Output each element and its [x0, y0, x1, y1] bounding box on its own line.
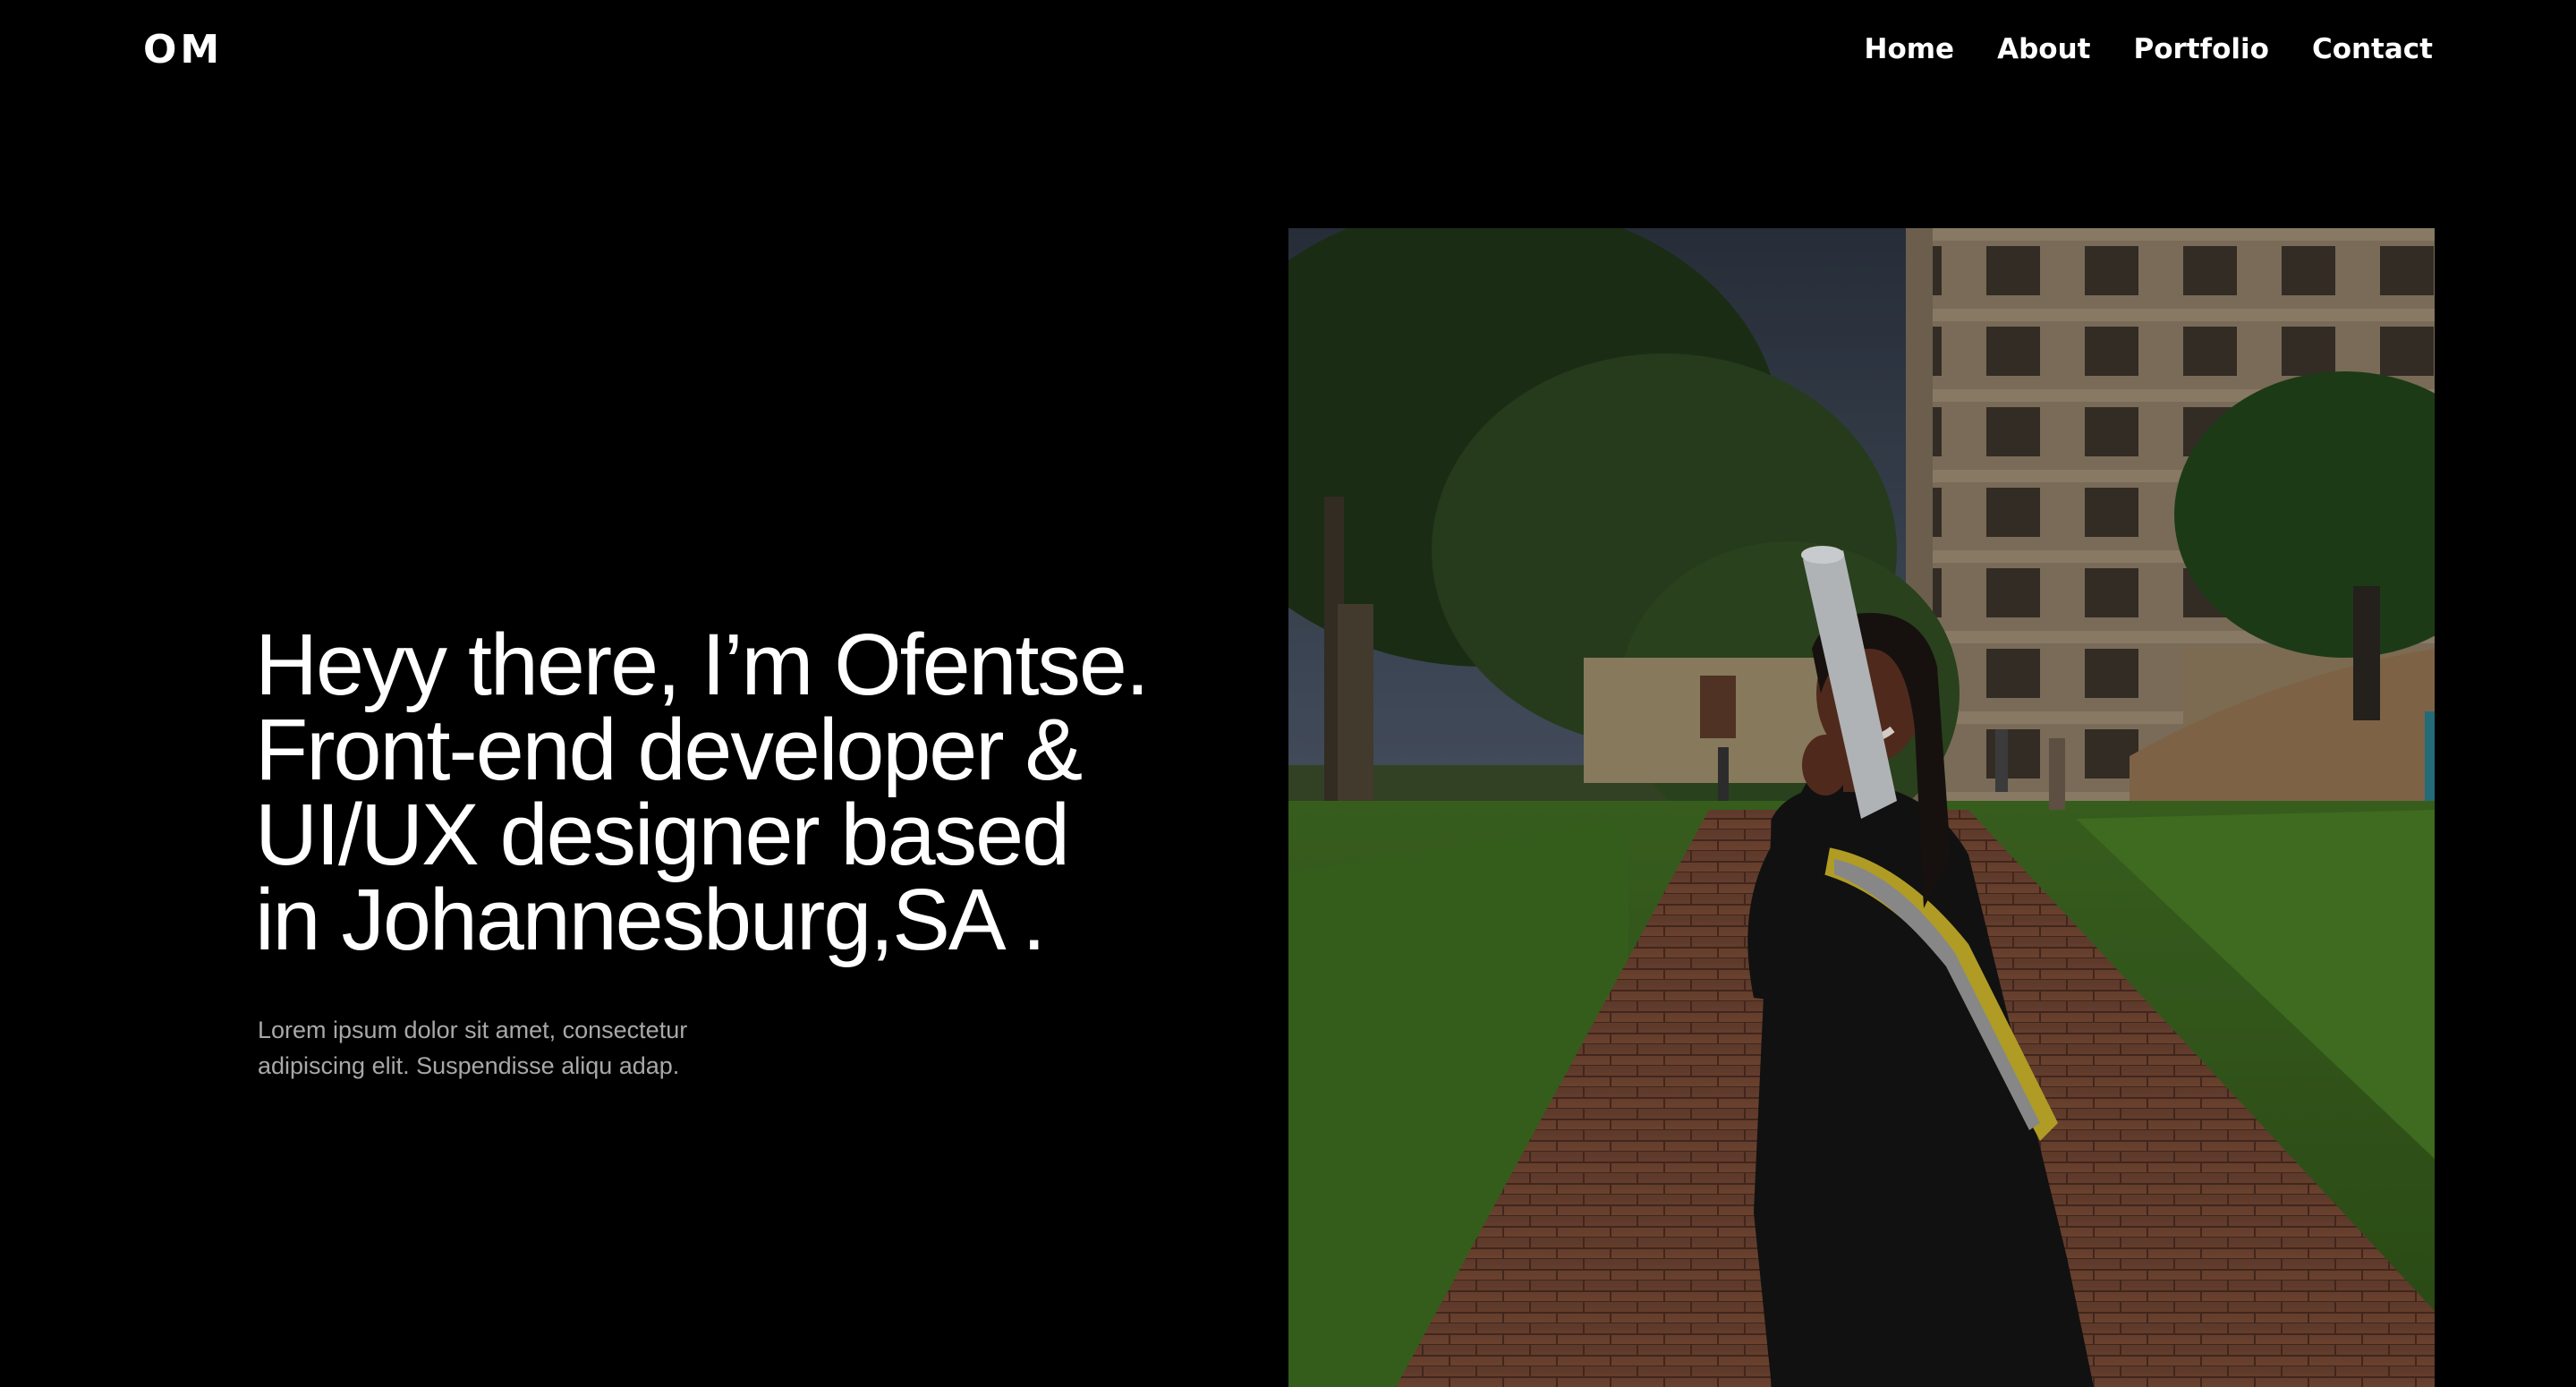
- nav-item-home: Home: [1865, 34, 1955, 64]
- hero-photo: [1288, 228, 2435, 1387]
- graduation-photo-illustration: [1288, 228, 2435, 1387]
- hero-heading-line: Heyy there, I’m Ofentse.: [255, 616, 1150, 713]
- site-logo[interactable]: OM: [143, 30, 223, 70]
- nav-item-about: About: [1997, 34, 2090, 64]
- hero-heading-line: UI/UX designer based: [255, 786, 1070, 883]
- nav-link-home[interactable]: Home: [1865, 34, 1955, 64]
- nav-link-about[interactable]: About: [1997, 34, 2090, 64]
- nav-link-contact[interactable]: Contact: [2312, 34, 2433, 64]
- hero-description-line: Lorem ipsum dolor sit amet, consectetur: [258, 1017, 688, 1043]
- nav-item-portfolio: Portfolio: [2133, 34, 2268, 64]
- nav-link-portfolio[interactable]: Portfolio: [2133, 34, 2268, 64]
- hero-heading-line: in Johannesburg,SA .: [255, 871, 1046, 968]
- hero-description-line: adipiscing elit. Suspendisse aliqu adap.: [258, 1052, 680, 1079]
- hero-description: Lorem ipsum dolor sit amet, consectetur …: [258, 1012, 759, 1084]
- hero-heading: Heyy there, I’m Ofentse. Front-end devel…: [255, 616, 1239, 968]
- main-nav: Home About Portfolio Contact: [1865, 34, 2433, 64]
- nav-item-contact: Contact: [2312, 34, 2433, 64]
- hero-heading-line: Front-end developer &: [255, 701, 1083, 798]
